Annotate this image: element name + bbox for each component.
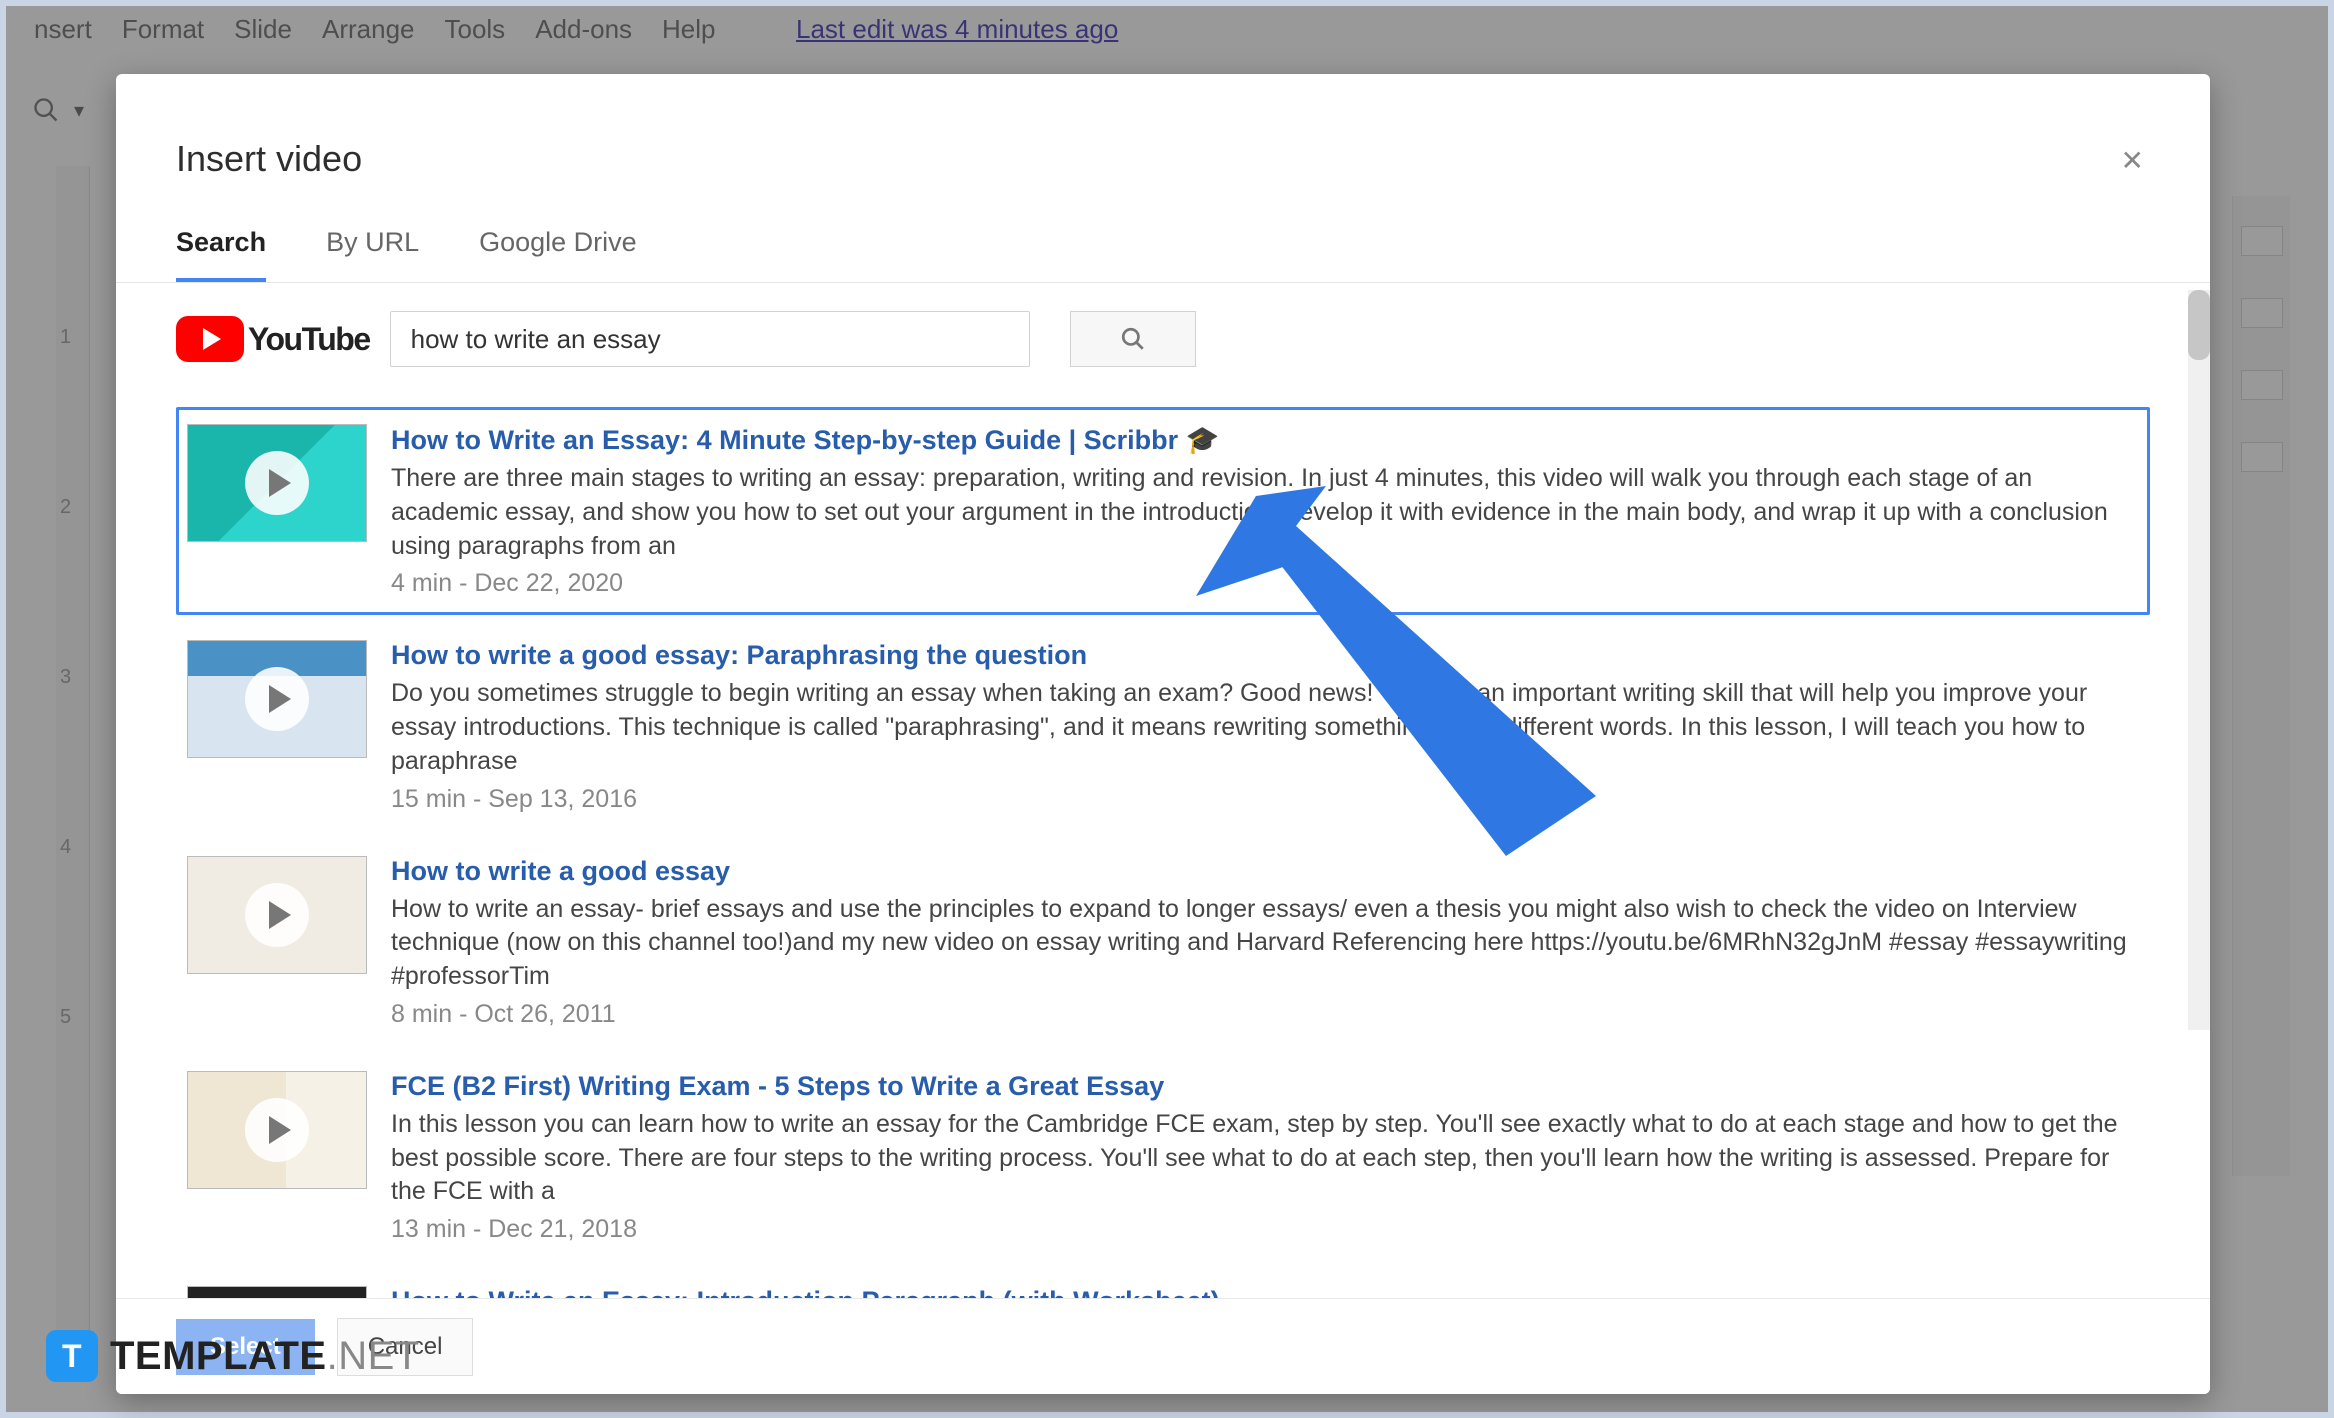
youtube-logo: YouTube [176,316,370,362]
video-result[interactable]: FCE (B2 First) Writing Exam - 5 Steps to… [176,1054,2150,1261]
watermark-text: TEMPLATE [110,1334,327,1378]
video-result[interactable]: How to Write an Essay: 4 Minute Step-by-… [176,407,2150,615]
video-meta: 4 min - Dec 22, 2020 [391,569,2139,598]
video-title: How to Write an Essay: 4 Minute Step-by-… [391,424,2139,456]
video-description: How to write an essay- brief essays and … [391,893,2139,994]
video-description: In this lesson you can learn how to writ… [391,1108,2139,1209]
watermark-text: .NET [327,1334,420,1378]
video-thumbnail [187,640,367,758]
video-result[interactable]: How to write a good essay: Paraphrasing … [176,623,2150,830]
video-description: There are three main stages to writing a… [391,462,2139,563]
search-icon [1120,326,1146,352]
video-meta: 13 min - Dec 21, 2018 [391,1215,2139,1244]
insert-video-dialog: Insert video ✕ Search By URL Google Driv… [116,74,2210,1394]
close-icon[interactable]: ✕ [2115,138,2150,183]
video-title: How to write a good essay: Paraphrasing … [391,640,2139,671]
video-title: FCE (B2 First) Writing Exam - 5 Steps to… [391,1071,2139,1102]
play-overlay-icon [245,883,309,947]
dialog-footer: Select Cancel [116,1298,2210,1394]
dialog-title: Insert video [176,138,362,180]
play-overlay-icon [245,667,309,731]
tab-by-url[interactable]: By URL [326,211,419,282]
search-results: How to Write an Essay: 4 Minute Step-by-… [116,391,2210,1319]
scrollbar[interactable] [2188,290,2210,1030]
video-meta: 15 min - Sep 13, 2016 [391,785,2139,814]
tab-google-drive[interactable]: Google Drive [479,211,637,282]
video-search-input[interactable] [390,311,1030,367]
dialog-tabs: Search By URL Google Drive [116,211,2210,283]
video-result[interactable]: How to write a good essay How to write a… [176,839,2150,1046]
video-title: How to write a good essay [391,856,2139,887]
watermark: T TEMPLATE.NET [46,1330,420,1382]
tab-search[interactable]: Search [176,211,266,282]
video-thumbnail [187,424,367,542]
play-overlay-icon [245,451,309,515]
play-overlay-icon [245,1098,309,1162]
watermark-logo-icon: T [46,1330,98,1382]
video-thumbnail [187,856,367,974]
search-button[interactable] [1070,311,1196,367]
video-description: Do you sometimes struggle to begin writi… [391,677,2139,778]
video-thumbnail [187,1071,367,1189]
scrollbar-thumb[interactable] [2188,290,2210,360]
youtube-logo-text: YouTube [248,321,370,358]
youtube-play-icon [176,316,244,362]
video-meta: 8 min - Oct 26, 2011 [391,1000,2139,1029]
